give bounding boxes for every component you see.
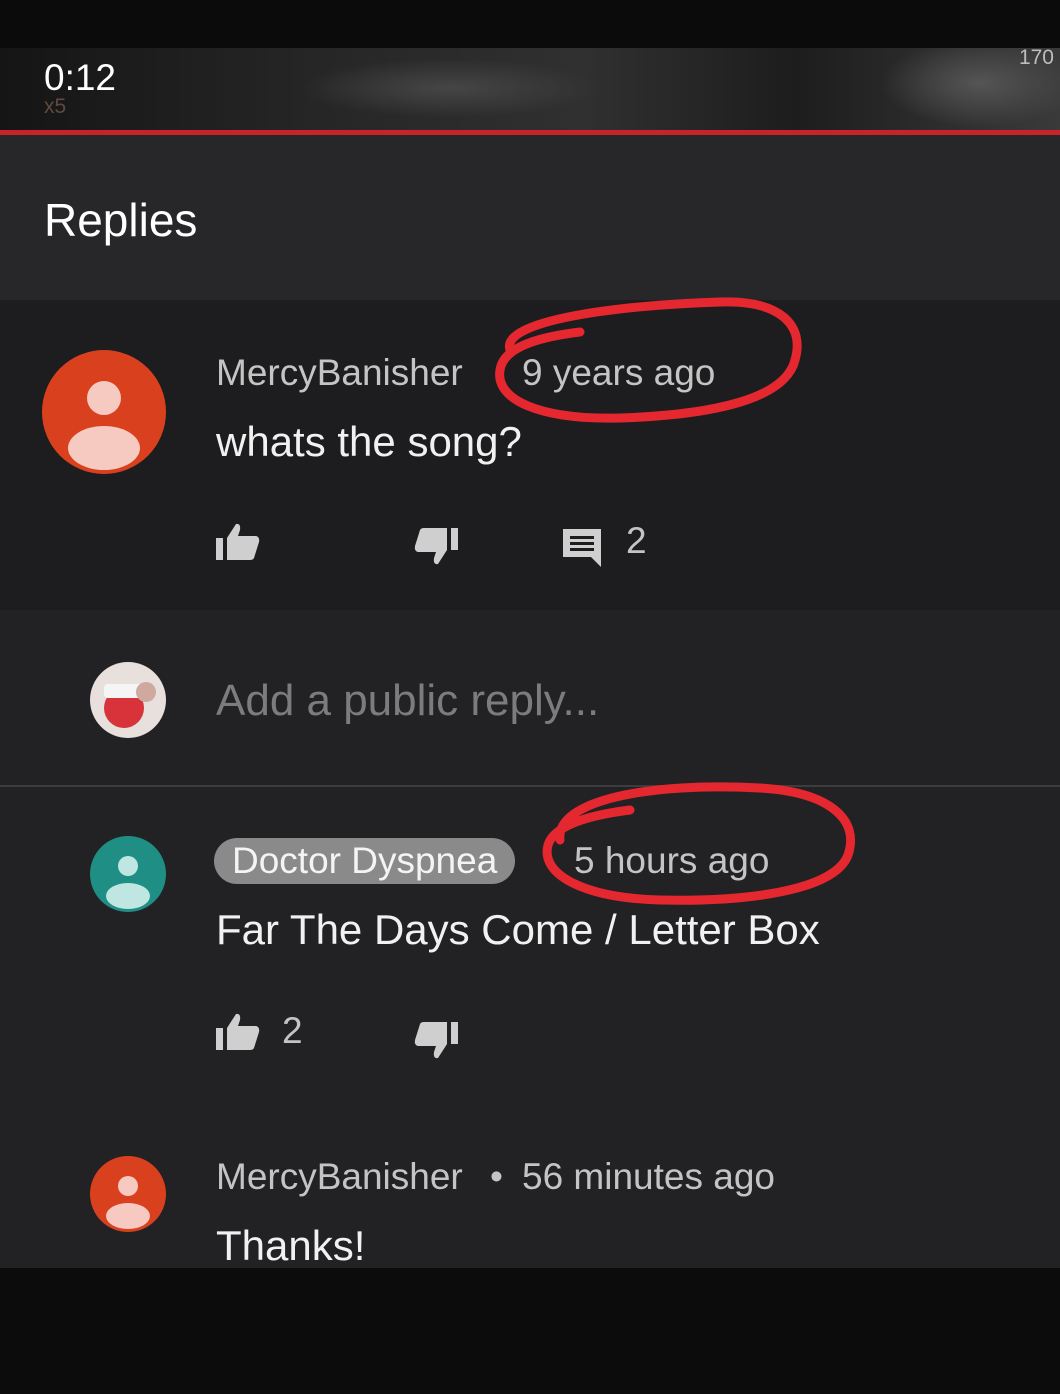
speed-indicator: x5 (44, 95, 67, 118)
reply-text: Far The Days Come / Letter Box (216, 906, 820, 953)
reply-time: 5 hours ago (574, 840, 770, 881)
dislike-icon[interactable] (412, 1020, 460, 1060)
reply-author[interactable]: Doctor Dyspnea (214, 838, 516, 884)
bottom-bar (0, 1268, 1060, 1394)
view-counter: 170 (1018, 46, 1054, 69)
comment-time: 9 years ago (522, 352, 716, 393)
dislike-icon[interactable] (412, 526, 460, 566)
separator-dot: • (490, 1156, 503, 1197)
divider (0, 785, 1060, 787)
top-comment (0, 300, 1060, 610)
like-icon[interactable] (214, 522, 262, 562)
reply-text: Thanks! (216, 1222, 366, 1269)
avatar[interactable] (90, 836, 166, 912)
reply-icon[interactable] (560, 526, 604, 570)
like-count: 2 (282, 1010, 303, 1051)
reply-input[interactable]: Add a public reply... (216, 676, 599, 726)
avatar[interactable] (42, 350, 166, 474)
page-title: Replies (44, 194, 198, 246)
video-thumbnail[interactable] (0, 48, 1060, 132)
comment-text: whats the song? (216, 418, 522, 465)
avatar[interactable] (90, 1156, 166, 1232)
playback-time: 0:12 (44, 57, 117, 98)
reply-author[interactable]: MercyBanisher (216, 1156, 463, 1198)
reply-time: 56 minutes ago (522, 1156, 776, 1197)
comment-author[interactable]: MercyBanisher (216, 352, 463, 394)
reply-count: 2 (626, 520, 647, 561)
like-icon[interactable] (214, 1012, 262, 1052)
avatar (90, 662, 166, 738)
video-blur (300, 58, 600, 118)
